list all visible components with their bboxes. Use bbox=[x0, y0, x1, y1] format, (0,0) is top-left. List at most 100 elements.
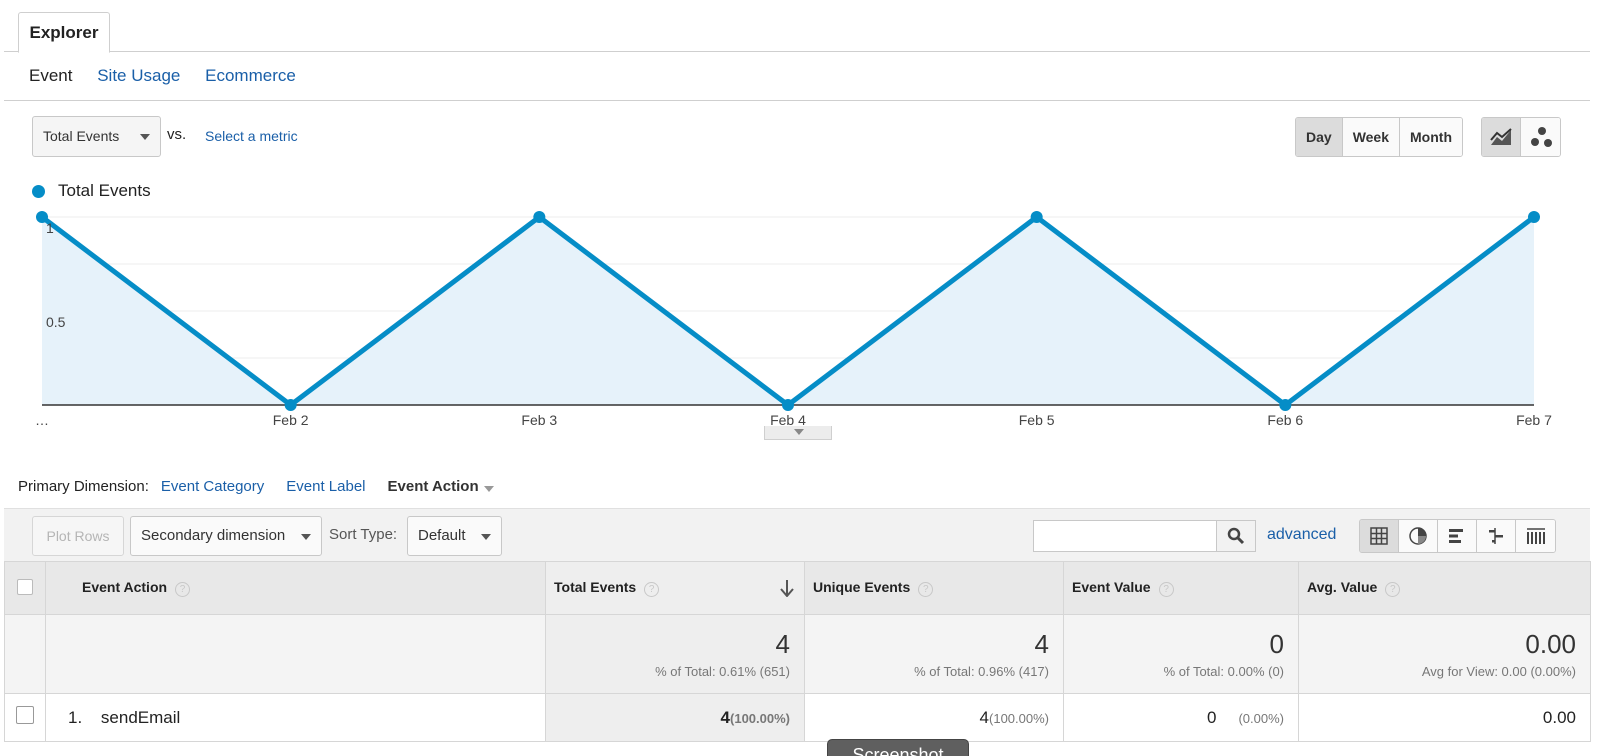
help-icon[interactable]: ? bbox=[1385, 582, 1401, 597]
data-point bbox=[284, 399, 297, 411]
select-all-cell bbox=[4, 561, 46, 615]
pie-view-button[interactable] bbox=[1399, 520, 1438, 552]
tab-explorer[interactable]: Explorer bbox=[18, 12, 110, 53]
total-value: 0.00 bbox=[1525, 629, 1576, 659]
help-icon[interactable]: ? bbox=[175, 582, 191, 597]
x-tick-label: Feb 6 bbox=[1267, 412, 1303, 428]
total-subtext: % of Total: 0.96% (417) bbox=[914, 664, 1049, 679]
row-total-events: 4(100.00%) bbox=[545, 693, 805, 742]
totals-unique-events: 4 % of Total: 0.96% (417) bbox=[804, 614, 1064, 694]
column-header-label: Event Value bbox=[1072, 579, 1151, 595]
data-point bbox=[1528, 211, 1540, 223]
advanced-filter-link[interactable]: advanced bbox=[1267, 526, 1336, 544]
total-events-chart: 10.5… Feb 2 Feb 3 Feb 4 Feb 5 Feb 6 Feb 7 bbox=[35, 211, 1552, 428]
month-button[interactable]: Month bbox=[1400, 118, 1462, 156]
subnav-event[interactable]: Event bbox=[29, 66, 72, 85]
row-total-events-pct: (100.00%) bbox=[730, 710, 790, 726]
table-header-row: Event Action? Total Events? Unique Event… bbox=[4, 561, 1591, 615]
y-tick-label: 1 bbox=[46, 220, 54, 236]
x-tick-label: … bbox=[35, 412, 49, 428]
divider bbox=[4, 100, 1590, 101]
help-icon[interactable]: ? bbox=[918, 582, 934, 597]
column-header-event-value[interactable]: Event Value? bbox=[1063, 561, 1299, 615]
day-button[interactable]: Day bbox=[1296, 118, 1343, 156]
motion-chart-button[interactable] bbox=[1521, 118, 1560, 156]
line-chart-icon bbox=[1490, 128, 1512, 145]
data-point bbox=[1030, 211, 1043, 223]
metric-dropdown[interactable]: Total Events bbox=[32, 116, 161, 157]
line-chart-button[interactable] bbox=[1482, 118, 1522, 156]
column-header-label: Avg. Value bbox=[1307, 579, 1378, 595]
chart-collapse-handle[interactable] bbox=[764, 426, 832, 440]
legend-swatch bbox=[32, 184, 45, 198]
subnav-site-usage[interactable]: Site Usage bbox=[97, 66, 180, 85]
x-tick-label: Feb 2 bbox=[273, 412, 309, 428]
primary-dimension-label: Primary Dimension: bbox=[18, 478, 149, 495]
row-total-events-value: 4 bbox=[720, 707, 731, 727]
search-button[interactable] bbox=[1216, 520, 1256, 552]
secondary-dimension-label: Secondary dimension bbox=[141, 527, 286, 544]
table-search-input[interactable] bbox=[1033, 520, 1218, 552]
week-button[interactable]: Week bbox=[1342, 118, 1401, 156]
metric-group-nav: Event Site Usage Ecommerce bbox=[29, 66, 316, 86]
pivot-view-icon bbox=[1526, 528, 1545, 544]
chevron-down-icon bbox=[794, 429, 804, 435]
legend-label: Total Events bbox=[58, 181, 151, 200]
chart-type-toggle bbox=[1481, 117, 1561, 157]
report-tab-bar bbox=[4, 0, 1590, 52]
column-header-avg-value[interactable]: Avg. Value? bbox=[1298, 561, 1591, 615]
comparison-view-button[interactable] bbox=[1477, 520, 1516, 552]
select-all-checkbox[interactable] bbox=[17, 578, 33, 595]
x-tick-label: Feb 7 bbox=[1516, 412, 1552, 428]
subnav-ecommerce[interactable]: Ecommerce bbox=[205, 66, 296, 85]
totals-spacer bbox=[4, 614, 46, 694]
row-select-cell bbox=[4, 693, 46, 742]
table-view-toggle bbox=[1359, 519, 1556, 553]
column-header-total-events[interactable]: Total Events? bbox=[545, 561, 805, 615]
totals-total-events: 4 % of Total: 0.61% (651) bbox=[545, 614, 805, 694]
screenshot-tooltip[interactable]: Screenshot bbox=[827, 739, 969, 756]
chevron-down-icon bbox=[481, 534, 491, 540]
vs-label: vs. bbox=[167, 126, 187, 143]
chevron-down-icon bbox=[301, 534, 311, 540]
row-event-action[interactable]: sendEmail bbox=[101, 708, 180, 727]
table-row[interactable]: 1. sendEmail 4(100.00%) 4(100.00%) 0 (0.0… bbox=[4, 693, 1591, 742]
row-avg-value: 0.00 bbox=[1298, 693, 1591, 742]
dimension-event-category[interactable]: Event Category bbox=[161, 478, 264, 495]
sort-type-label: Sort Type: bbox=[329, 526, 398, 543]
sort-descending-icon bbox=[780, 580, 794, 597]
total-value: 0 bbox=[1269, 629, 1284, 659]
help-icon[interactable]: ? bbox=[1158, 582, 1174, 597]
table-view-button[interactable] bbox=[1360, 520, 1399, 552]
row-checkbox[interactable] bbox=[16, 706, 34, 724]
select-metric-link[interactable]: Select a metric bbox=[205, 128, 298, 144]
total-value: 4 bbox=[1034, 629, 1049, 659]
secondary-dimension-dropdown[interactable]: Secondary dimension bbox=[130, 516, 322, 556]
total-subtext: % of Total: 0.00% (0) bbox=[1163, 664, 1284, 679]
row-event-value: 0 (0.00%) bbox=[1063, 693, 1299, 742]
dimension-event-action[interactable]: Event Action bbox=[388, 478, 479, 495]
row-event-value-pct: (0.00%) bbox=[1238, 710, 1284, 726]
plot-rows-button[interactable]: Plot Rows bbox=[32, 516, 124, 556]
column-header-unique-events[interactable]: Unique Events? bbox=[804, 561, 1064, 615]
table-view-icon bbox=[1370, 527, 1388, 545]
column-header-label: Unique Events bbox=[813, 579, 911, 595]
dimension-event-label[interactable]: Event Label bbox=[286, 478, 365, 495]
total-subtext: % of Total: 0.61% (651) bbox=[655, 664, 790, 679]
column-header-label: Total Events bbox=[554, 579, 637, 595]
bar-view-button[interactable] bbox=[1438, 520, 1477, 552]
data-point bbox=[782, 399, 794, 411]
x-tick-label: Feb 3 bbox=[521, 412, 557, 428]
sort-type-dropdown[interactable]: Default bbox=[407, 516, 502, 556]
column-header-event-action[interactable]: Event Action? bbox=[45, 561, 546, 615]
pivot-view-button[interactable] bbox=[1516, 520, 1555, 552]
row-event-value-value: 0 bbox=[1207, 707, 1217, 727]
x-tick-label: Feb 5 bbox=[1019, 412, 1055, 428]
help-icon[interactable]: ? bbox=[644, 582, 660, 597]
total-value: 4 bbox=[775, 629, 790, 659]
totals-label-cell bbox=[45, 614, 546, 694]
y-tick-label: 0.5 bbox=[46, 314, 66, 330]
data-point bbox=[1279, 399, 1292, 411]
data-point bbox=[533, 211, 546, 223]
primary-dimension-bar: Primary Dimension: Event Category Event … bbox=[18, 478, 494, 495]
